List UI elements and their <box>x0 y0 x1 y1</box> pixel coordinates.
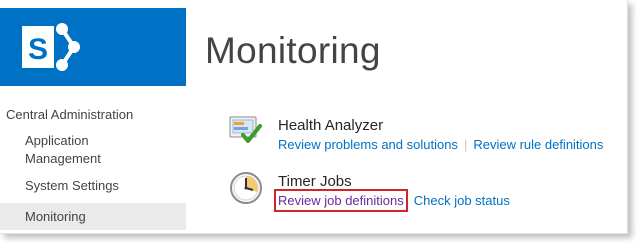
review-job-definitions-link[interactable]: Review job definitions <box>274 189 408 212</box>
logo-letter: S <box>28 33 48 66</box>
nav-item-system-settings[interactable]: System Settings <box>0 177 186 195</box>
window: S Monitoring Central Administration Appl… <box>0 0 628 234</box>
review-rule-definitions-link[interactable]: Review rule definitions <box>473 137 603 152</box>
sharepoint-logo-tile[interactable]: S <box>0 8 186 86</box>
nav-item-application-management[interactable]: Application Management <box>0 132 115 168</box>
check-job-status-link[interactable]: Check job status <box>414 193 510 208</box>
link-separator: | <box>463 137 468 152</box>
nav-item-monitoring[interactable]: Monitoring <box>0 203 186 230</box>
timer-jobs-title[interactable]: Timer Jobs <box>278 173 352 190</box>
timer-clock-icon <box>230 172 262 204</box>
left-navigation: Central Administration Application Manag… <box>0 104 186 230</box>
health-analyzer-title[interactable]: Health Analyzer <box>278 117 383 134</box>
health-analyzer-links: Review problems and solutions | Review rul… <box>278 137 603 152</box>
timer-jobs-links: Review job definitions Check job status <box>274 189 510 212</box>
nav-header-central-administration[interactable]: Central Administration <box>0 104 186 126</box>
sharepoint-logo-icon: S <box>22 23 80 71</box>
page-title: Monitoring <box>205 30 381 71</box>
review-problems-link[interactable]: Review problems and solutions <box>278 137 458 152</box>
health-analyzer-icon <box>229 116 262 143</box>
